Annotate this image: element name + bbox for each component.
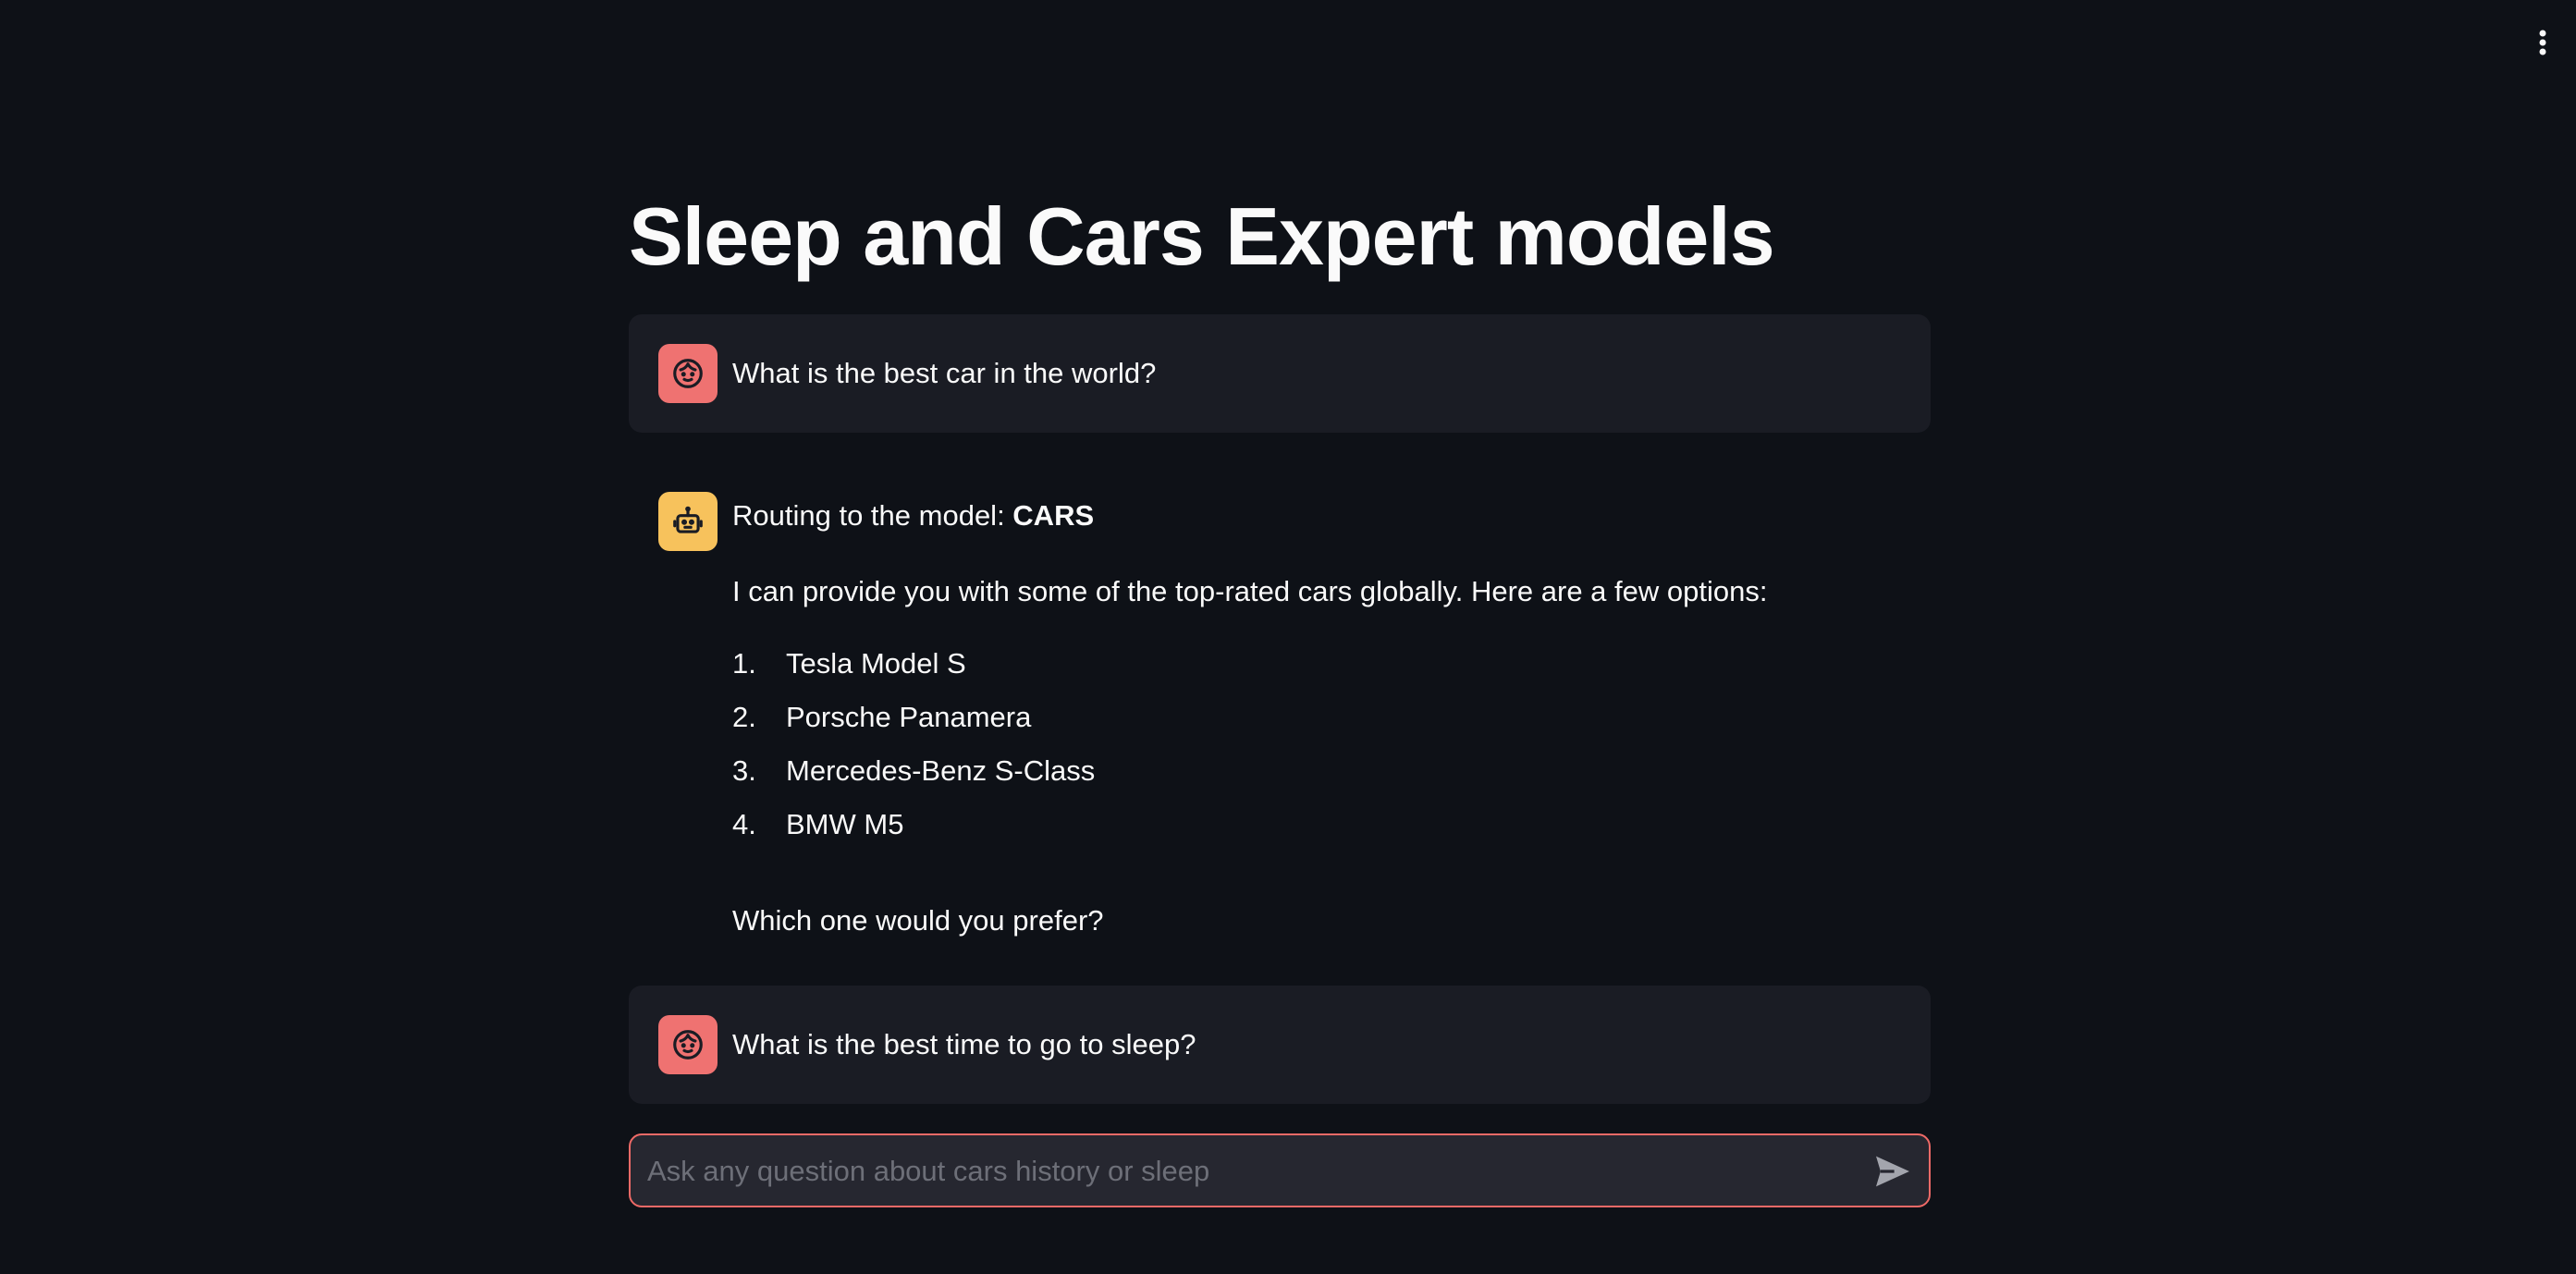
vertical-ellipsis-icon (2539, 30, 2546, 55)
list-item-number: 1. (732, 647, 756, 680)
list-item: 4. BMW M5 (732, 806, 1095, 860)
assistant-avatar (658, 492, 718, 551)
list-item: 1. Tesla Model S (732, 645, 1095, 699)
chat-message-user: What is the best car in the world? (629, 314, 1931, 433)
chat-input[interactable] (645, 1135, 1851, 1207)
routing-line: Routing to the model: CARS (732, 497, 1094, 534)
car-options-list: 1. Tesla Model S 2. Porsche Panamera 3. Mer… (732, 645, 1095, 860)
routing-prefix: Routing to the model: (732, 499, 1013, 532)
message-text: What is the best car in the world? (732, 357, 1157, 389)
message-text: What is the best time to go to sleep? (732, 1028, 1196, 1060)
list-item: 2. Porsche Panamera (732, 699, 1095, 753)
send-button[interactable] (1871, 1150, 1914, 1193)
list-item-text: Tesla Model S (786, 647, 966, 680)
list-item-text: Porsche Panamera (786, 701, 1032, 733)
user-avatar (658, 344, 718, 403)
list-item-number: 2. (732, 701, 756, 733)
user-avatar (658, 1015, 718, 1074)
chat-message-user: What is the best time to go to sleep? (629, 986, 1931, 1104)
robot-icon (673, 506, 703, 533)
list-item-number: 4. (732, 808, 756, 840)
chat-message-assistant: Routing to the model: CARS I can provide… (629, 484, 1931, 947)
list-item-number: 3. (732, 754, 756, 787)
assistant-intro-text: I can provide you with some of the top-r… (732, 575, 1768, 607)
chat-input-box (629, 1133, 1931, 1207)
main-menu-button[interactable] (2524, 24, 2561, 61)
user-face-icon (673, 1030, 703, 1060)
list-item: 3. Mercedes-Benz S-Class (732, 753, 1095, 806)
assistant-outro-text: Which one would you prefer? (732, 904, 1104, 937)
user-face-icon (673, 359, 703, 388)
page-title: Sleep and Cars Expert models (629, 190, 1775, 282)
list-item-text: BMW M5 (786, 808, 904, 840)
list-item-text: Mercedes-Benz S-Class (786, 754, 1096, 787)
send-icon (1876, 1156, 1909, 1187)
routing-model-name: CARS (1012, 499, 1095, 532)
